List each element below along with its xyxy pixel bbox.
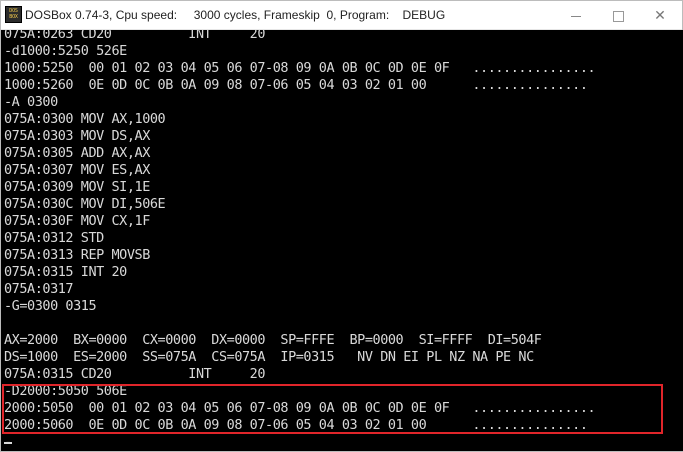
close-icon: ✕	[654, 7, 666, 23]
title-bar[interactable]: DOS BOX DOSBox 0.74-3, Cpu speed: 3000 c…	[1, 1, 682, 30]
console-line: 075A:0312 STD	[4, 230, 104, 246]
console-line: 075A:0263 CD20 INT 20	[4, 30, 266, 42]
console-line: -d1000:5250 526E	[4, 43, 127, 59]
app-icon-label: DOS BOX	[9, 8, 18, 20]
console-line: 075A:030C MOV DI,506E	[4, 196, 166, 212]
dosbox-window: DOS BOX DOSBox 0.74-3, Cpu speed: 3000 c…	[0, 0, 683, 452]
minimize-icon	[571, 15, 581, 17]
console-line: 075A:0315 CD20 INT 20	[4, 366, 266, 382]
console-line: AX=2000 BX=0000 CX=0000 DX=0000 SP=FFFE …	[4, 332, 542, 348]
console-line: 075A:030F MOV CX,1F	[4, 213, 150, 229]
dos-console[interactable]: 075A:0263 CD20 INT 20 -d1000:5250 526E 1…	[2, 30, 683, 451]
window-title: DOSBox 0.74-3, Cpu speed: 3000 cycles, F…	[25, 8, 446, 22]
highlight-box	[2, 384, 663, 434]
maximize-button[interactable]	[598, 1, 638, 29]
console-line: 075A:0317	[4, 281, 74, 297]
console-line: 075A:0303 MOV DS,AX	[4, 128, 150, 144]
close-button[interactable]: ✕	[640, 1, 680, 29]
text-cursor	[4, 442, 12, 444]
console-line: 1000:5260 0E 0D 0C 0B 0A 09 08 07-06 05 …	[4, 77, 588, 93]
console-line: -G=0300 0315	[4, 298, 97, 314]
console-line: 1000:5250 00 01 02 03 04 05 06 07-08 09 …	[4, 60, 596, 76]
console-line: 075A:0300 MOV AX,1000	[4, 111, 166, 127]
minimize-button[interactable]	[556, 1, 596, 29]
console-line: 075A:0305 ADD AX,AX	[4, 145, 150, 161]
console-line: 075A:0307 MOV ES,AX	[4, 162, 150, 178]
console-line: DS=1000 ES=2000 SS=075A CS=075A IP=0315 …	[4, 349, 534, 365]
console-line: 075A:0313 REP MOVSB	[4, 247, 150, 263]
console-line: 075A:0309 MOV SI,1E	[4, 179, 150, 195]
console-line: 075A:0315 INT 20	[4, 264, 127, 280]
dosbox-app-icon[interactable]: DOS BOX	[5, 6, 22, 23]
maximize-icon	[612, 10, 624, 22]
console-line: -A 0300	[4, 94, 58, 110]
